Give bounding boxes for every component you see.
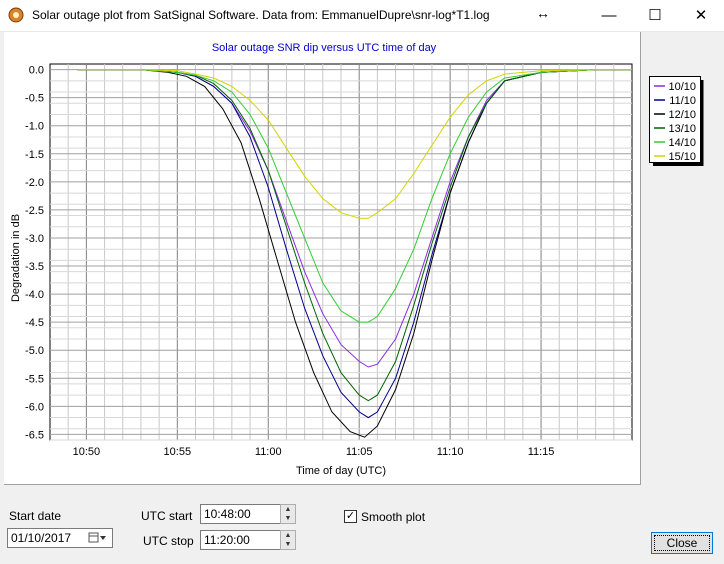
y-tick-label: -4.5 (25, 317, 44, 329)
y-tick-label: -1.0 (25, 121, 44, 133)
x-tick-label: 10:55 (164, 446, 192, 458)
y-tick-labels: 0.0 -0.5 -1.0 -1.5 -2.0 -2.5 -3.0 -3.5 -4.0 -4.5 -… (25, 65, 44, 442)
utc-stop-label: UTC stop (143, 534, 194, 548)
legend-label: 10/10 (668, 81, 696, 93)
y-tick-label: -5.5 (25, 373, 44, 385)
y-tick-label: -3.0 (25, 233, 44, 245)
y-tick-label: -4.0 (25, 289, 44, 301)
x-tick-labels: 10:50 10:55 11:00 11:05 11:10 11:15 (73, 446, 555, 458)
spin-up-icon[interactable]: ▲ (281, 505, 295, 514)
smooth-plot-label[interactable]: Smooth plot (361, 510, 425, 524)
app-icon (8, 7, 24, 23)
calendar-dropdown-icon[interactable] (88, 532, 108, 544)
spin-up-icon[interactable]: ▲ (281, 531, 295, 540)
y-tick-label: -1.5 (25, 149, 44, 161)
y-tick-label: -6.5 (25, 429, 44, 441)
resize-icon: ↔ (536, 5, 550, 21)
start-date-label: Start date (9, 509, 62, 523)
legend: 10/10 11/10 12/10 13/10 14/10 15/10 (649, 76, 704, 166)
spin-down-icon[interactable]: ▼ (281, 514, 295, 523)
y-tick-label: -5.0 (25, 345, 44, 357)
legend-label: 12/10 (668, 109, 696, 121)
y-tick-label: -2.5 (25, 205, 44, 217)
legend-label: 15/10 (668, 151, 696, 163)
spin-down-icon[interactable]: ▼ (281, 540, 295, 549)
plot-frame: Solar outage SNR dip versus UTC time of … (4, 32, 641, 485)
y-tick-label: -3.5 (25, 261, 44, 273)
y-tick-label: 0.0 (29, 65, 44, 77)
x-tick-label: 10:50 (73, 446, 101, 458)
utc-stop-spinner[interactable]: ▲ ▼ (280, 530, 296, 550)
close-button[interactable]: Close (651, 532, 713, 554)
legend-label: 13/10 (668, 123, 696, 135)
x-tick-label: 11:10 (437, 446, 464, 458)
utc-stop-value: 11:20:00 (204, 533, 250, 547)
legend-label: 11/10 (669, 95, 696, 107)
chart-title: Solar outage SNR dip versus UTC time of … (212, 42, 437, 54)
x-tick-label: 11:15 (528, 446, 555, 458)
maximize-button[interactable]: ☐ (632, 0, 678, 31)
smooth-plot-checkbox[interactable]: ✓ (344, 510, 357, 523)
y-tick-label: -0.5 (25, 93, 44, 105)
chart-svg: Solar outage SNR dip versus UTC time of … (10, 42, 633, 477)
y-axis-label: Degradation in dB (10, 214, 22, 302)
x-tick-label: 11:00 (255, 446, 282, 458)
utc-start-label: UTC start (141, 509, 193, 523)
y-tick-label: -6.0 (25, 401, 44, 413)
title-bar: Solar outage plot from SatSignal Softwar… (0, 0, 724, 32)
legend-label: 14/10 (668, 137, 696, 149)
x-axis-label: Time of day (UTC) (296, 465, 386, 477)
close-window-button[interactable]: ✕ (678, 0, 724, 31)
utc-start-value: 10:48:00 (204, 507, 251, 521)
start-date-value: 01/10/2017 (11, 531, 72, 545)
window-title: Solar outage plot from SatSignal Softwar… (32, 8, 490, 22)
x-tick-label: 11:05 (346, 446, 373, 458)
utc-start-spinner[interactable]: ▲ ▼ (280, 504, 296, 524)
start-date-picker[interactable]: 01/10/2017 (7, 528, 113, 548)
y-tick-label: -2.0 (25, 177, 44, 189)
minimize-button[interactable]: — (586, 0, 632, 31)
